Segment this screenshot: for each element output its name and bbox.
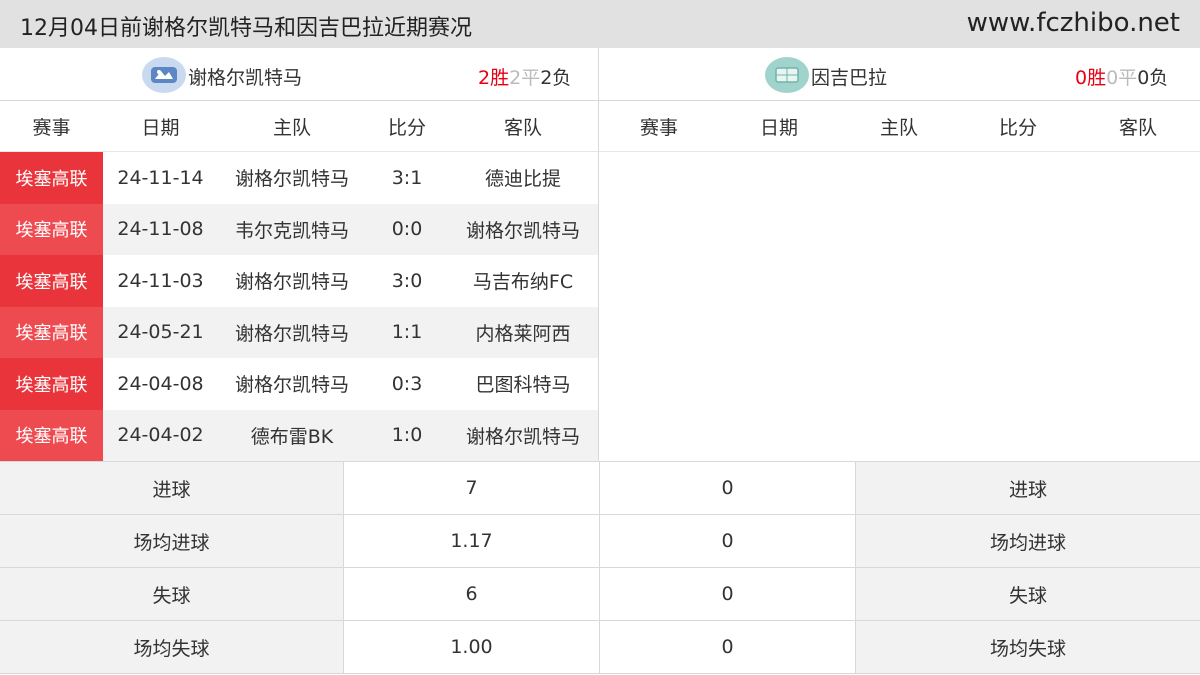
stat-value-right: 0 [600,568,856,620]
match-score[interactable]: 0:0 [366,218,448,240]
table-row[interactable]: 埃塞高联 24-11-08 韦尔克凯特马 0:0 谢格尔凯特马 [0,203,598,255]
table-row[interactable]: 埃塞高联 24-11-03 谢格尔凯特马 3:0 马吉布纳FC [0,255,598,307]
match-date: 24-11-08 [117,218,204,241]
stat-value-right: 0 [600,462,856,514]
away-team[interactable]: 谢格尔凯特马 [448,216,598,243]
away-team[interactable]: 巴图科特马 [448,370,598,397]
away-team[interactable]: 马吉布纳FC [448,267,598,294]
col-away: 客队 [1118,116,1157,139]
stat-value-left: 6 [344,568,600,620]
right-losses: 0负 [1137,67,1169,89]
stadium-icon [765,57,809,93]
match-score[interactable]: 1:0 [366,424,448,446]
stat-value-left: 7 [344,462,600,514]
col-home: 主队 [272,116,311,139]
right-draws: 0平 [1106,67,1138,89]
page-header: 12月04日前谢格尔凯特马和因吉巴拉近期赛况 www.fczhibo.net [0,0,1200,48]
match-score[interactable]: 3:1 [366,167,448,189]
league-badge[interactable]: 埃塞高联 [0,152,103,204]
col-league: 赛事 [32,116,71,139]
league-badge[interactable]: 埃塞高联 [0,409,103,461]
league-badge[interactable]: 埃塞高联 [0,306,103,358]
match-score[interactable]: 0:3 [366,373,448,395]
stat-label-right: 场均失球 [856,621,1200,673]
site-link[interactable]: www.fczhibo.net [967,8,1180,38]
match-date: 24-11-14 [117,166,204,189]
match-date: 24-11-03 [117,269,204,292]
home-team[interactable]: 谢格尔凯特马 [218,267,366,294]
left-wins: 2胜 [478,67,510,89]
left-losses: 2负 [540,67,572,89]
table-row[interactable]: 埃塞高联 24-04-02 德布雷BK 1:0 谢格尔凯特马 [0,409,598,461]
left-team-record: 2胜2平2负 [478,63,571,90]
col-date: 日期 [141,116,180,139]
stat-label-right: 失球 [856,568,1200,620]
match-date: 24-05-21 [117,321,204,344]
table-row[interactable]: 埃塞高联 24-05-21 谢格尔凯特马 1:1 内格莱阿西 [0,306,598,358]
right-match-list-empty [600,152,1200,461]
stat-row-avg-goals: 场均进球 1.17 0 场均进球 [0,515,1200,568]
stat-label-left: 进球 [0,462,344,514]
col-score: 比分 [998,116,1037,139]
table-row[interactable]: 埃塞高联 24-11-14 谢格尔凯特马 3:1 德迪比提 [0,152,598,204]
stat-label-left: 场均进球 [0,515,344,567]
right-team-bar: 因吉巴拉 0胜0平0负 [599,48,1200,101]
away-team[interactable]: 内格莱阿西 [448,319,598,346]
match-score[interactable]: 3:0 [366,270,448,292]
col-date: 日期 [759,116,798,139]
stat-label-right: 进球 [856,462,1200,514]
right-team-record: 0胜0平0负 [1075,63,1168,90]
table-row[interactable]: 埃塞高联 24-04-08 谢格尔凯特马 0:3 巴图科特马 [0,358,598,410]
stat-value-right: 0 [600,515,856,567]
stat-value-right: 0 [600,621,856,673]
col-away: 客队 [503,116,542,139]
left-draws: 2平 [509,67,541,89]
col-league: 赛事 [639,116,678,139]
stat-label-left: 场均失球 [0,621,344,673]
stats-table: 进球 7 0 进球 场均进球 1.17 0 场均进球 失球 6 0 失球 场均失… [0,461,1200,674]
stat-label-right: 场均进球 [856,515,1200,567]
match-date: 24-04-02 [117,424,204,447]
team-crest-icon [142,57,186,93]
home-team[interactable]: 谢格尔凯特马 [218,370,366,397]
stat-row-conceded: 失球 6 0 失球 [0,568,1200,621]
col-score: 比分 [387,116,426,139]
match-score[interactable]: 1:1 [366,321,448,343]
league-badge[interactable]: 埃塞高联 [0,203,103,255]
left-team-bar: 谢格尔凯特马 2胜2平2负 [0,48,599,101]
home-team[interactable]: 谢格尔凯特马 [218,319,366,346]
league-badge[interactable]: 埃塞高联 [0,255,103,307]
match-date: 24-04-08 [117,372,204,395]
page-title: 12月04日前谢格尔凯特马和因吉巴拉近期赛况 [20,16,472,41]
home-team[interactable]: 韦尔克凯特马 [218,216,366,243]
left-team-name[interactable]: 谢格尔凯特马 [188,63,302,90]
stat-value-left: 1.00 [344,621,600,673]
col-home: 主队 [879,116,918,139]
home-team[interactable]: 谢格尔凯特马 [218,164,366,191]
right-wins: 0胜 [1075,67,1107,89]
stat-row-avg-conceded: 场均失球 1.00 0 场均失球 [0,621,1200,674]
left-column-headers: 赛事 日期 主队 比分 客队 [0,101,599,152]
right-team-name[interactable]: 因吉巴拉 [811,63,887,90]
stat-label-left: 失球 [0,568,344,620]
stat-value-left: 1.17 [344,515,600,567]
home-team[interactable]: 德布雷BK [218,422,366,449]
away-team[interactable]: 德迪比提 [448,164,598,191]
left-match-list: 埃塞高联 24-11-14 谢格尔凯特马 3:1 德迪比提 埃塞高联 24-11… [0,152,599,461]
away-team[interactable]: 谢格尔凯特马 [448,422,598,449]
league-badge[interactable]: 埃塞高联 [0,358,103,410]
right-column-headers: 赛事 日期 主队 比分 客队 [599,101,1200,152]
stat-row-goals: 进球 7 0 进球 [0,462,1200,515]
